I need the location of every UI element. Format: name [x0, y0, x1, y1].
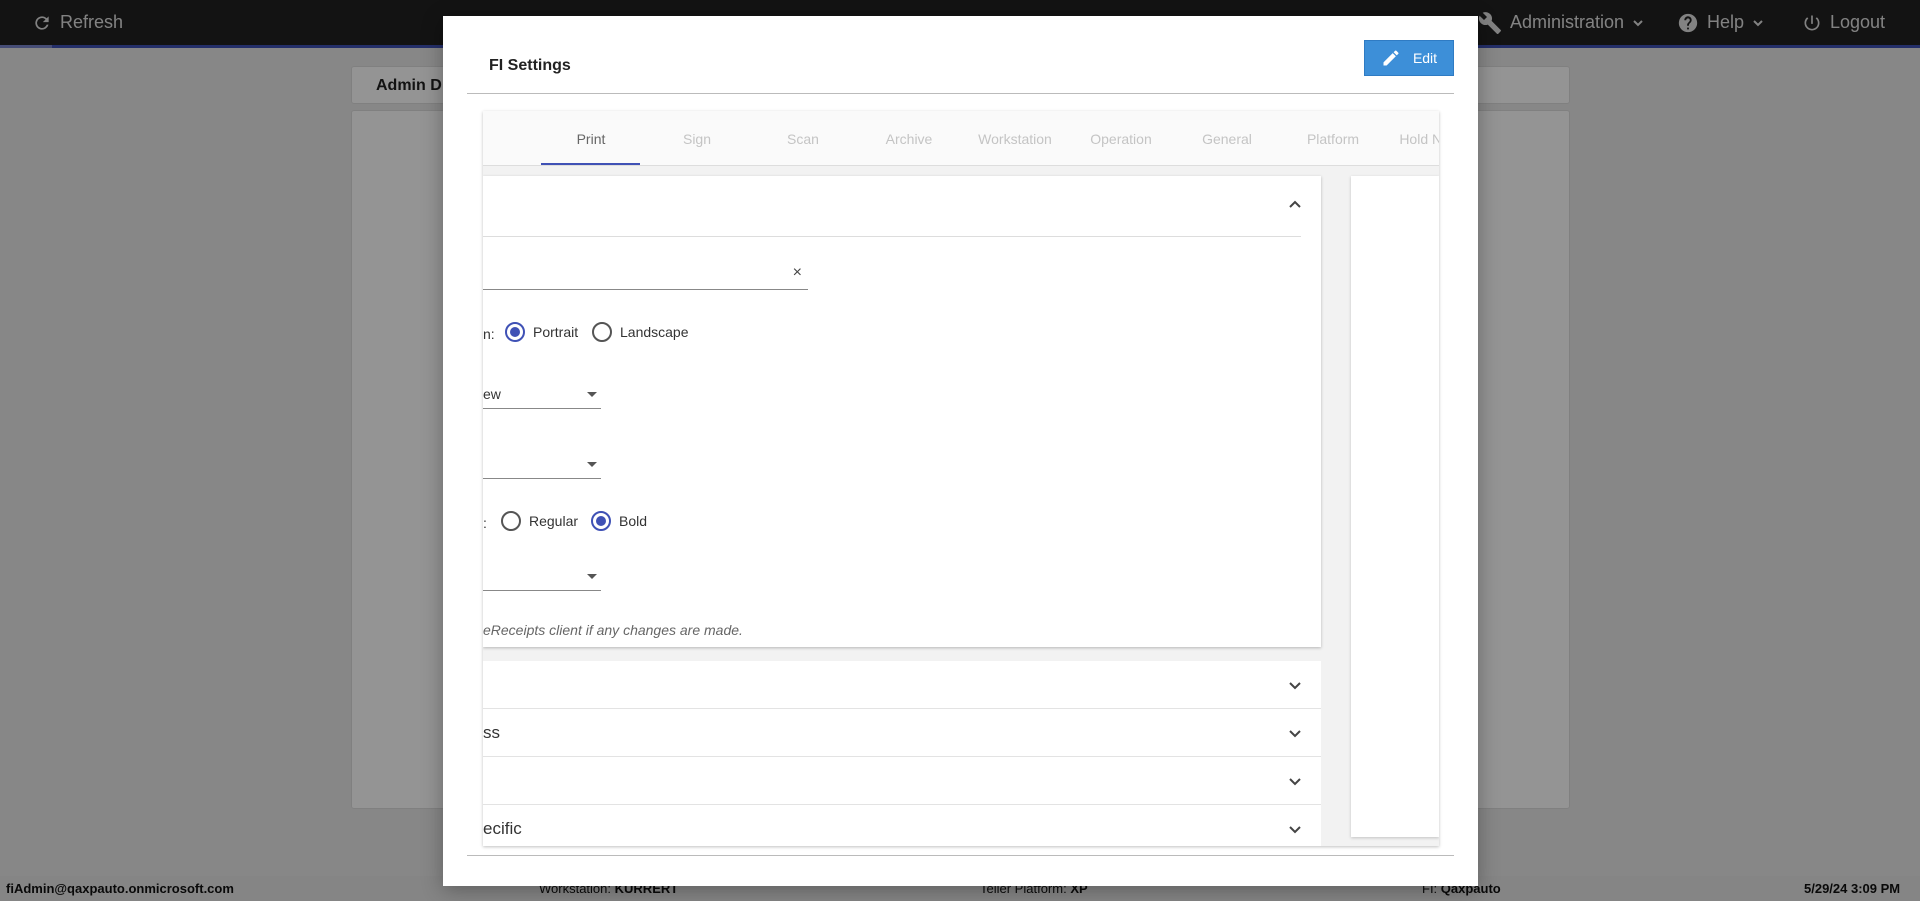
tab-hold-notices[interactable]: Hold Notices	[1386, 111, 1439, 166]
tab-general[interactable]: General	[1174, 111, 1280, 166]
print-select-1[interactable]: ew	[483, 379, 601, 409]
edit-label: Edit	[1412, 50, 1438, 66]
font-weight-label: :	[483, 515, 487, 531]
chevron-down-icon	[1288, 726, 1302, 740]
tab-scan[interactable]: Scan	[750, 111, 856, 166]
dialog-header: FI Settings Edit	[467, 40, 1454, 94]
tab-sign[interactable]: Sign	[644, 111, 750, 166]
collapsed-section-4[interactable]: ecific	[483, 805, 1321, 846]
pencil-icon	[1383, 50, 1399, 66]
collapsed-section-3[interactable]	[483, 757, 1321, 805]
chevron-down-icon	[1288, 822, 1302, 836]
print-settings-section: × n: Portrait Landscape ew: Regular Bol…	[483, 176, 1321, 647]
dialog-title: FI Settings	[489, 57, 571, 74]
chevron-down-icon	[1288, 774, 1302, 788]
active-tab-indicator	[541, 163, 640, 165]
radio-bold-label: Bold	[619, 513, 648, 529]
print-select-1-value: ew	[483, 386, 501, 402]
tab-workstation[interactable]: Workstation	[962, 111, 1068, 166]
settings-container: Print Sign Scan Archive Workstation Oper…	[483, 111, 1439, 846]
fi-settings-dialog: FI Settings Edit Print Sign Scan Archive…	[443, 16, 1478, 886]
tab-archive[interactable]: Archive	[856, 111, 962, 166]
tab-operation[interactable]: Operation	[1068, 111, 1174, 166]
orientation-label: n:	[483, 326, 495, 342]
radio-regular-indicator	[501, 511, 521, 531]
radio-portrait-indicator	[505, 322, 525, 342]
print-text-input[interactable]: ×	[483, 258, 808, 290]
radio-portrait-label: Portrait	[533, 324, 579, 340]
radio-portrait[interactable]: Portrait	[505, 322, 578, 342]
clear-icon[interactable]: ×	[793, 264, 802, 282]
edit-button[interactable]: Edit	[1364, 40, 1454, 76]
settings-tabs: Print Sign Scan Archive Workstation Oper…	[483, 111, 1439, 166]
dialog-content: Print Sign Scan Archive Workstation Oper…	[467, 94, 1454, 856]
dropdown-arrow-icon	[587, 462, 597, 467]
print-select-3[interactable]	[483, 561, 601, 591]
radio-landscape-indicator	[592, 322, 612, 342]
section-divider	[483, 236, 1301, 237]
dropdown-arrow-icon	[587, 392, 597, 397]
radio-landscape-label: Landscape	[620, 324, 689, 340]
dropdown-arrow-icon	[587, 574, 597, 579]
chevron-down-icon	[1288, 678, 1302, 692]
chevron-up-icon[interactable]	[1288, 198, 1302, 212]
radio-regular[interactable]: Regular	[501, 511, 578, 531]
section-2-label: ss	[483, 723, 500, 742]
print-select-2[interactable]	[483, 449, 601, 479]
side-panel	[1351, 176, 1439, 837]
restart-note: eReceipts client if any changes are made…	[483, 622, 743, 638]
collapsed-section-2[interactable]: ss	[483, 709, 1321, 757]
radio-bold[interactable]: Bold	[591, 511, 647, 531]
collapsed-section-1[interactable]	[483, 661, 1321, 709]
tab-print[interactable]: Print	[538, 111, 644, 166]
radio-landscape[interactable]: Landscape	[592, 322, 689, 342]
radio-bold-indicator	[591, 511, 611, 531]
radio-regular-label: Regular	[529, 513, 579, 529]
section-4-label: ecific	[483, 819, 522, 838]
tab-platform[interactable]: Platform	[1280, 111, 1386, 166]
